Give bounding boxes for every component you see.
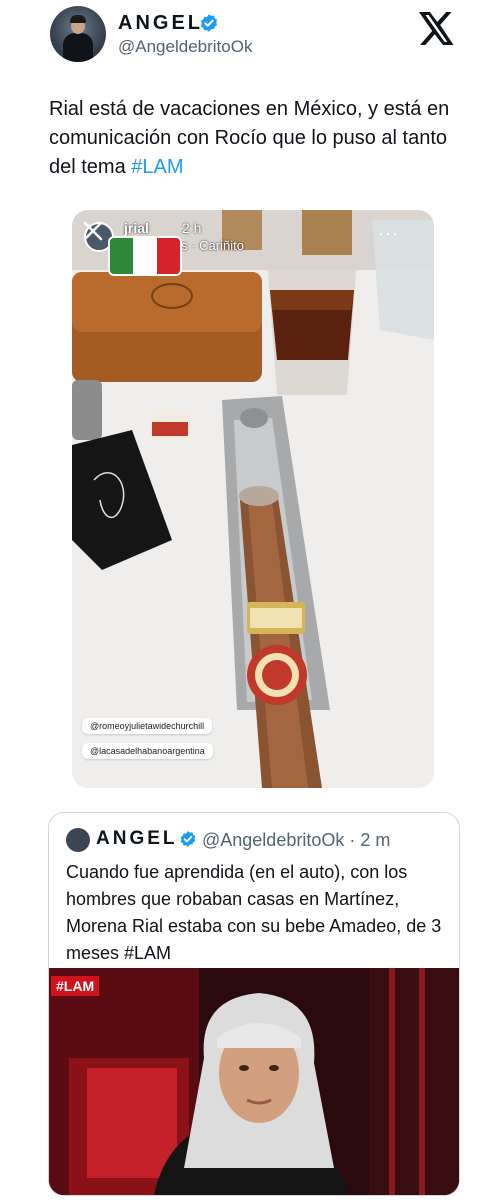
close-icon[interactable] xyxy=(82,220,104,242)
more-options-icon[interactable]: ··· xyxy=(378,224,399,242)
tweet-text: Rial está de vacaciones en México, y est… xyxy=(49,95,469,182)
quote-handle[interactable]: @AngeldebritoOk xyxy=(202,830,344,850)
flag-stripe-white xyxy=(133,238,157,274)
quote-display-name[interactable]: ANGEL xyxy=(96,828,178,850)
flag-stripe-green xyxy=(110,238,134,274)
quote-image[interactable]: #LAM xyxy=(49,968,459,1195)
story-image[interactable]: jrial 2 h Lila Downs · Cariñito ··· @rom… xyxy=(72,210,434,788)
quote-text: Cuando fue aprendida (en el auto), con l… xyxy=(66,862,442,963)
x-logo-icon[interactable] xyxy=(419,12,455,45)
cigar-scene-illustration xyxy=(72,210,434,788)
tweet-body: Rial está de vacaciones en México, y est… xyxy=(49,98,450,178)
quote-avatar[interactable] xyxy=(66,828,90,852)
user-avatar[interactable] xyxy=(50,6,106,62)
tweet-header: ANGEL @AngeldebritoOk xyxy=(0,0,480,70)
mention-sticker[interactable]: @romeoyjulietawidechurchill xyxy=(82,718,213,734)
quote-time[interactable]: 2 m xyxy=(360,830,390,850)
flag-stripe-red xyxy=(156,238,180,274)
mention-sticker[interactable]: @lacasadelhabanoargentina xyxy=(82,743,213,759)
verified-badge-icon xyxy=(180,831,196,847)
story-time: 2 h xyxy=(182,220,202,236)
display-name[interactable]: ANGEL xyxy=(118,11,203,35)
story-username[interactable]: jrial xyxy=(124,220,149,236)
hashtag-link[interactable]: #LAM xyxy=(131,156,183,178)
lam-badge: #LAM xyxy=(51,976,100,996)
user-handle[interactable]: @AngeldebritoOk xyxy=(118,37,252,57)
quote-meta: @AngeldebritoOk · 2 m xyxy=(202,830,391,850)
tv-still-illustration xyxy=(49,968,459,1195)
mexico-flag-sticker xyxy=(108,236,182,276)
verified-badge-icon xyxy=(200,14,218,32)
quoted-tweet[interactable]: ANGEL @AngeldebritoOk · 2 m Cuando fue a… xyxy=(48,812,460,1196)
